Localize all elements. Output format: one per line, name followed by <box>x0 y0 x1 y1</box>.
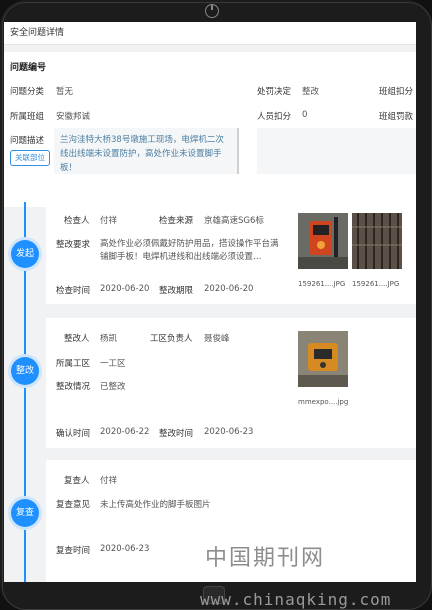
stage-rectify-card: 整改人 杨凯 工区负责人 聂俊峰 所属工区 一工区 整改情况 已整改 确认时间 … <box>46 318 416 448</box>
desc-box: 兰沟洼特大桥38号墩施工现场，电焊机二次线出线端未设置防护，高处作业未设置脚手板… <box>54 128 239 174</box>
inspector-label: 检查人 <box>64 216 90 226</box>
node-review: 复查 <box>11 499 39 527</box>
desc-label: 问题描述 <box>10 136 45 146</box>
leader-label: 工区负责人 <box>150 334 193 344</box>
category-value: 暂无 <box>56 87 74 97</box>
check-time-label: 检查时间 <box>56 286 91 296</box>
rectifier-value: 杨凯 <box>100 334 118 344</box>
photo-thumb[interactable] <box>298 331 348 387</box>
page-title: 安全问题详情 <box>4 22 416 45</box>
inspector-value: 付祥 <box>100 216 118 226</box>
reviewer-value: 付祥 <box>100 476 118 486</box>
welder-photo-icon <box>298 331 348 387</box>
team-deduct-label: 班组扣分 <box>379 87 414 97</box>
requirement-value: 高处作业必须佩戴好防护用品，搭设操作平台满铺脚手板！电焊机进线和出线端必须设置… <box>100 239 279 262</box>
person-deduct-value: 0 <box>302 110 308 120</box>
rectifier-label: 整改人 <box>64 334 90 344</box>
review-time-value: 2020-06-23 <box>100 544 150 554</box>
penalty-decision-value: 整改 <box>302 87 320 97</box>
photo-caption: 159261....JPG <box>298 280 346 288</box>
photo-caption: mmexpo....jpg <box>298 398 349 406</box>
confirm-time-value: 2020-06-22 <box>100 427 150 437</box>
team-fine-label: 班组罚款 <box>379 112 414 122</box>
stage-initiate-card: 检查人 付祥 检查来源 京雄高速SG6标 整改要求 高处作业必须佩戴好防护用品，… <box>46 200 416 304</box>
zone-value: 一工区 <box>100 359 126 369</box>
requirement-label: 整改要求 <box>56 240 91 250</box>
person-deduct-label: 人员扣分 <box>257 112 292 122</box>
rect-time-label: 整改时间 <box>159 429 194 439</box>
node-rectify: 整改 <box>11 357 39 385</box>
review-opinion-label: 复查意见 <box>56 500 91 510</box>
review-opinion-value: 未上传高处作业的脚手板图片 <box>100 500 211 510</box>
source-value: 京雄高速SG6标 <box>204 216 264 226</box>
status-label: 整改情况 <box>56 382 91 392</box>
review-time-label: 复查时间 <box>56 546 91 556</box>
team-value: 安徽邦诚 <box>56 112 91 122</box>
photo-caption: 159261....JPG <box>352 280 400 288</box>
link-location-button[interactable]: 关联部位 <box>10 150 50 166</box>
deadline-value: 2020-06-20 <box>204 284 254 294</box>
category-label: 问题分类 <box>10 87 45 97</box>
penalty-decision-label: 处罚决定 <box>257 87 292 97</box>
confirm-time-label: 确认时间 <box>56 429 91 439</box>
deadline-label: 整改期限 <box>159 286 194 296</box>
app-screen: 安全问题详情 问题编号 问题分类 暂无 处罚决定 整改 班组扣分 所属班组 安徽… <box>4 22 416 582</box>
team-label: 所属班组 <box>10 112 45 122</box>
rect-time-value: 2020-06-23 <box>204 427 254 437</box>
rebar-photo-icon <box>352 213 402 269</box>
source-label: 检查来源 <box>159 216 194 226</box>
power-icon[interactable] <box>205 4 219 18</box>
status-value: 已整改 <box>100 382 126 392</box>
node-initiate: 发起 <box>11 240 39 268</box>
watermark-cn: 中国期刊网 <box>205 546 326 571</box>
zone-label: 所属工区 <box>56 359 91 369</box>
section-title: 问题编号 <box>10 63 47 73</box>
check-time-value: 2020-06-20 <box>100 284 150 294</box>
reviewer-label: 复查人 <box>64 476 90 486</box>
photo-thumb[interactable] <box>298 213 348 269</box>
desc-text: 兰沟洼特大桥38号墩施工现场，电焊机二次线出线端未设置防护，高处作业未设置脚手板… <box>60 135 224 173</box>
leader-value: 聂俊峰 <box>204 334 230 344</box>
welder-photo-icon <box>298 213 348 269</box>
penalty-note-box <box>257 128 416 174</box>
watermark-url: www.chinaqking.com <box>200 590 392 609</box>
photo-thumb[interactable] <box>352 213 402 269</box>
issue-info-card: 问题编号 问题分类 暂无 处罚决定 整改 班组扣分 所属班组 安徽邦诚 人员扣分… <box>4 52 416 207</box>
